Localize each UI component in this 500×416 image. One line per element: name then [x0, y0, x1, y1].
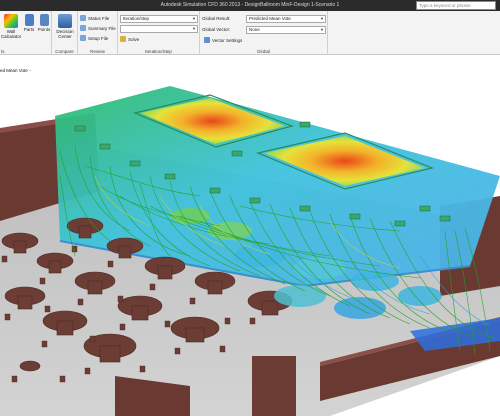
global-vector-value: None [249, 27, 260, 32]
wall-calculator-button[interactable]: Wall Calculator [0, 14, 24, 39]
vector-settings-button[interactable]: Vector Settings [204, 36, 242, 45]
group-iteration: Iteration/step ▼ ▼ Solve Iteration/Step [118, 11, 200, 55]
setup-file-label: Setup File [88, 36, 109, 41]
vector-settings-icon [204, 37, 210, 43]
title-bar: Autodesk Simulation CFD 360 2013 - Desig… [0, 0, 500, 11]
parts-icon [24, 14, 34, 26]
global-result-label: Global Result: [202, 16, 231, 21]
global-result-select[interactable]: Predicted Mean Vote ▼ [246, 15, 326, 23]
setup-file-button[interactable]: Setup File [80, 34, 108, 43]
search-input[interactable]: Type a keyword or phrase [416, 1, 496, 10]
chevron-down-icon: ▼ [192, 16, 196, 21]
solve-button[interactable]: Solve [120, 35, 139, 44]
setup-file-icon [80, 35, 86, 41]
group-label-iteration: Iteration/Step [145, 49, 172, 54]
decision-center-icon [58, 14, 72, 28]
group-review: Status File Summary File Setup File Revi… [78, 11, 118, 55]
status-file-icon [80, 15, 86, 21]
global-vector-select[interactable]: None ▼ [246, 26, 326, 34]
solve-icon [120, 36, 126, 42]
decision-center-button[interactable]: Decision Center [53, 14, 77, 39]
points-label: Points [37, 27, 51, 32]
vector-settings-label: Vector Settings [212, 38, 243, 43]
result-legend-title: ed Mean Vote - [0, 68, 31, 73]
ribbon: Wall Calculator Parts Points ts Decision… [0, 11, 500, 55]
global-result-value: Predicted Mean Vote [249, 16, 291, 21]
status-file-label: Status File [88, 16, 110, 21]
door-panel [252, 356, 296, 416]
group-tools: Wall Calculator Parts Points ts [0, 11, 52, 55]
group-label-compare: Compare [55, 49, 74, 54]
iteration-step-value: Iteration/step [123, 16, 150, 21]
group-global: Global Result: Predicted Mean Vote ▼ Glo… [200, 11, 328, 55]
chevron-down-icon: ▼ [320, 27, 324, 32]
parts-label: Parts [23, 27, 35, 32]
wall-calculator-label: Wall Calculator [0, 29, 22, 39]
iteration-step-select[interactable]: Iteration/step ▼ [120, 15, 198, 23]
group-label-review: Review [90, 49, 105, 54]
summary-file-icon [80, 25, 86, 31]
parts-button[interactable]: Parts [22, 14, 36, 32]
chevron-down-icon: ▼ [192, 26, 196, 31]
status-file-button[interactable]: Status File [80, 14, 109, 23]
summary-file-label: Summary File [88, 26, 116, 31]
cfd-scene [0, 86, 500, 416]
model-viewport[interactable]: ed Mean Vote - [0, 56, 500, 416]
solve-label: Solve [128, 37, 140, 42]
group-compare: Decision Center Compare [52, 11, 78, 55]
points-button[interactable]: Points [36, 14, 52, 32]
group-label-tools: ts [1, 49, 5, 54]
decision-center-label: Decision Center [56, 29, 74, 39]
iteration-step-field[interactable]: ▼ [120, 25, 198, 33]
global-vector-label: Global Vector: [202, 27, 231, 32]
summary-file-button[interactable]: Summary File [80, 24, 116, 33]
group-label-global: Global [256, 49, 270, 54]
chevron-down-icon: ▼ [320, 16, 324, 21]
wall-calculator-icon [4, 14, 18, 28]
points-icon [39, 14, 49, 26]
